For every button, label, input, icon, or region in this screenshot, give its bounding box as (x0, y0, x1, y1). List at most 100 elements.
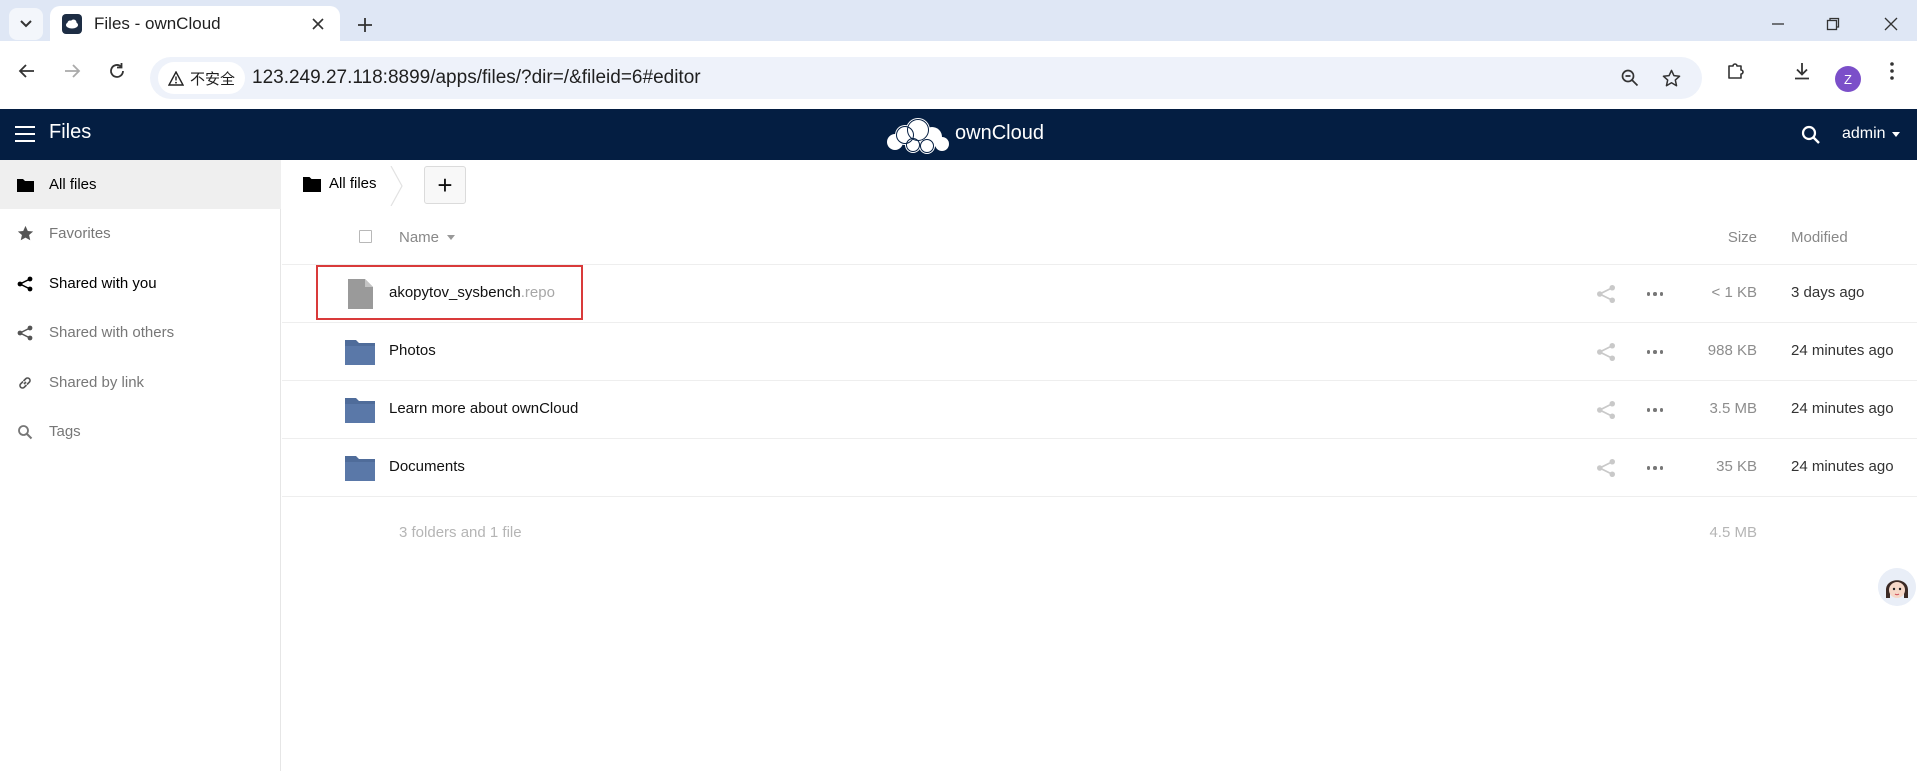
bookmark-button[interactable] (1655, 62, 1687, 94)
app-name[interactable]: Files (49, 121, 91, 144)
table-row[interactable]: Documents 35 KB 24 minutes ago (282, 439, 1917, 497)
zoom-button[interactable] (1614, 62, 1646, 94)
selection-highlight-box (316, 265, 583, 320)
puzzle-icon (1728, 63, 1744, 79)
share-icon[interactable] (1596, 400, 1616, 420)
restore-button[interactable] (1813, 8, 1853, 40)
breadcrumb-separator-icon (390, 166, 403, 206)
browser-tab[interactable]: Files - ownCloud (50, 6, 340, 41)
user-name: admin (1842, 125, 1886, 142)
profile-avatar[interactable]: Z (1835, 66, 1861, 92)
sort-by-name[interactable]: Name (399, 229, 456, 246)
sidebar-item-label: Shared by link (49, 374, 145, 391)
breadcrumb-all-files[interactable]: All files (329, 175, 377, 192)
select-all-checkbox[interactable] (359, 230, 372, 243)
folder-icon (345, 398, 375, 423)
sidebar-item-label: Tags (49, 423, 81, 440)
star-outline-icon (1662, 69, 1680, 86)
tab-close-button[interactable] (304, 10, 332, 38)
share-icon[interactable] (1596, 342, 1616, 362)
search-icon (16, 423, 34, 441)
more-actions-icon[interactable] (1644, 400, 1666, 420)
logo-text: ownCloud (955, 122, 1044, 144)
table-row[interactable]: Learn more about ownCloud 3.5 MB 24 minu… (282, 381, 1917, 439)
back-button[interactable] (10, 54, 44, 88)
sidebar-item-all-files[interactable]: All files (0, 160, 281, 209)
forward-button[interactable] (55, 54, 89, 88)
folder-icon (16, 176, 34, 194)
file-table-header: Name Size Modified (282, 216, 1917, 265)
reload-button[interactable] (100, 54, 134, 88)
arrow-left-icon (18, 64, 34, 78)
sort-caret-icon (447, 235, 456, 240)
url-text[interactable]: 123.249.27.118:8899/apps/files/?dir=/&fi… (252, 57, 701, 99)
share-icon[interactable] (1596, 284, 1616, 304)
link-icon (16, 374, 34, 392)
file-modified: 24 minutes ago (1791, 342, 1894, 359)
sort-by-modified[interactable]: Modified (1791, 229, 1848, 246)
sidebar-item-tags[interactable]: Tags (0, 407, 281, 456)
file-name[interactable]: Documents (389, 458, 465, 475)
new-tab-button[interactable] (350, 10, 380, 40)
sidebar-item-label: Favorites (49, 225, 111, 242)
extensions-button[interactable] (1719, 54, 1753, 88)
minimize-button[interactable] (1758, 8, 1798, 40)
file-name[interactable]: Learn more about ownCloud (389, 400, 578, 417)
table-row[interactable]: Photos 988 KB 24 minutes ago (282, 323, 1917, 381)
browser-menu-button[interactable] (1875, 54, 1909, 88)
security-chip[interactable]: 不安全 (158, 62, 246, 94)
warning-icon (168, 70, 184, 86)
sidebar-item-label: Shared with you (49, 275, 157, 292)
sidebar-item-shared-by-link[interactable]: Shared by link (0, 358, 281, 407)
downloads-button[interactable] (1785, 54, 1819, 88)
file-modified: 24 minutes ago (1791, 400, 1894, 417)
more-actions-icon[interactable] (1644, 342, 1666, 362)
file-size: 988 KB (1707, 342, 1757, 359)
arrow-right-icon (65, 64, 81, 78)
file-name[interactable]: Photos (389, 342, 436, 359)
sidebar-item-label: Shared with others (49, 324, 175, 341)
table-summary: 3 folders and 1 file 4.5 MB (282, 520, 1917, 550)
search-icon[interactable] (1800, 124, 1822, 146)
address-bar[interactable]: 不安全 123.249.27.118:8899/apps/files/?dir=… (150, 57, 1702, 99)
file-modified: 24 minutes ago (1791, 458, 1894, 475)
sidebar-item-shared-with-you[interactable]: Shared with you (0, 259, 281, 308)
reload-icon (110, 63, 124, 78)
close-icon (312, 17, 324, 30)
more-actions-icon[interactable] (1644, 284, 1666, 304)
file-size: < 1 KB (1711, 284, 1757, 301)
more-vertical-icon (1890, 62, 1894, 80)
close-icon (1884, 17, 1898, 31)
sidebar-item-shared-with-others[interactable]: Shared with others (0, 308, 281, 357)
breadcrumb: All files + (282, 160, 1917, 210)
restore-icon (1826, 17, 1840, 31)
share-icon (16, 275, 34, 293)
plus-icon (358, 18, 372, 32)
file-size: 35 KB (1716, 458, 1757, 475)
share-icon (16, 324, 34, 342)
sort-by-size[interactable]: Size (1728, 229, 1757, 246)
chevron-down-icon (20, 20, 32, 28)
tab-search-button[interactable] (9, 8, 43, 40)
new-button[interactable]: + (424, 166, 466, 204)
star-icon (16, 225, 34, 243)
sidebar-item-favorites[interactable]: Favorites (0, 209, 281, 258)
more-actions-icon[interactable] (1644, 458, 1666, 478)
menu-icon[interactable] (14, 123, 36, 145)
security-label: 不安全 (190, 70, 236, 88)
assistant-face-icon (1878, 568, 1916, 606)
sidebar: All files Favorites Shared with you Shar… (0, 160, 281, 771)
file-modified: 3 days ago (1791, 284, 1865, 301)
share-icon[interactable] (1596, 458, 1616, 478)
folder-icon (345, 340, 375, 365)
user-menu[interactable]: admin (1842, 125, 1900, 143)
summary-count: 3 folders and 1 file (399, 524, 522, 541)
assistant-avatar[interactable] (1878, 568, 1916, 606)
close-window-button[interactable] (1871, 8, 1911, 40)
app-header: Files ownCloud admin (0, 109, 1917, 160)
browser-toolbar: 不安全 123.249.27.118:8899/apps/files/?dir=… (0, 41, 1917, 109)
summary-size: 4.5 MB (1709, 524, 1757, 541)
folder-icon[interactable] (303, 176, 321, 192)
sidebar-item-label: All files (49, 176, 97, 193)
caret-down-icon (1891, 131, 1900, 137)
